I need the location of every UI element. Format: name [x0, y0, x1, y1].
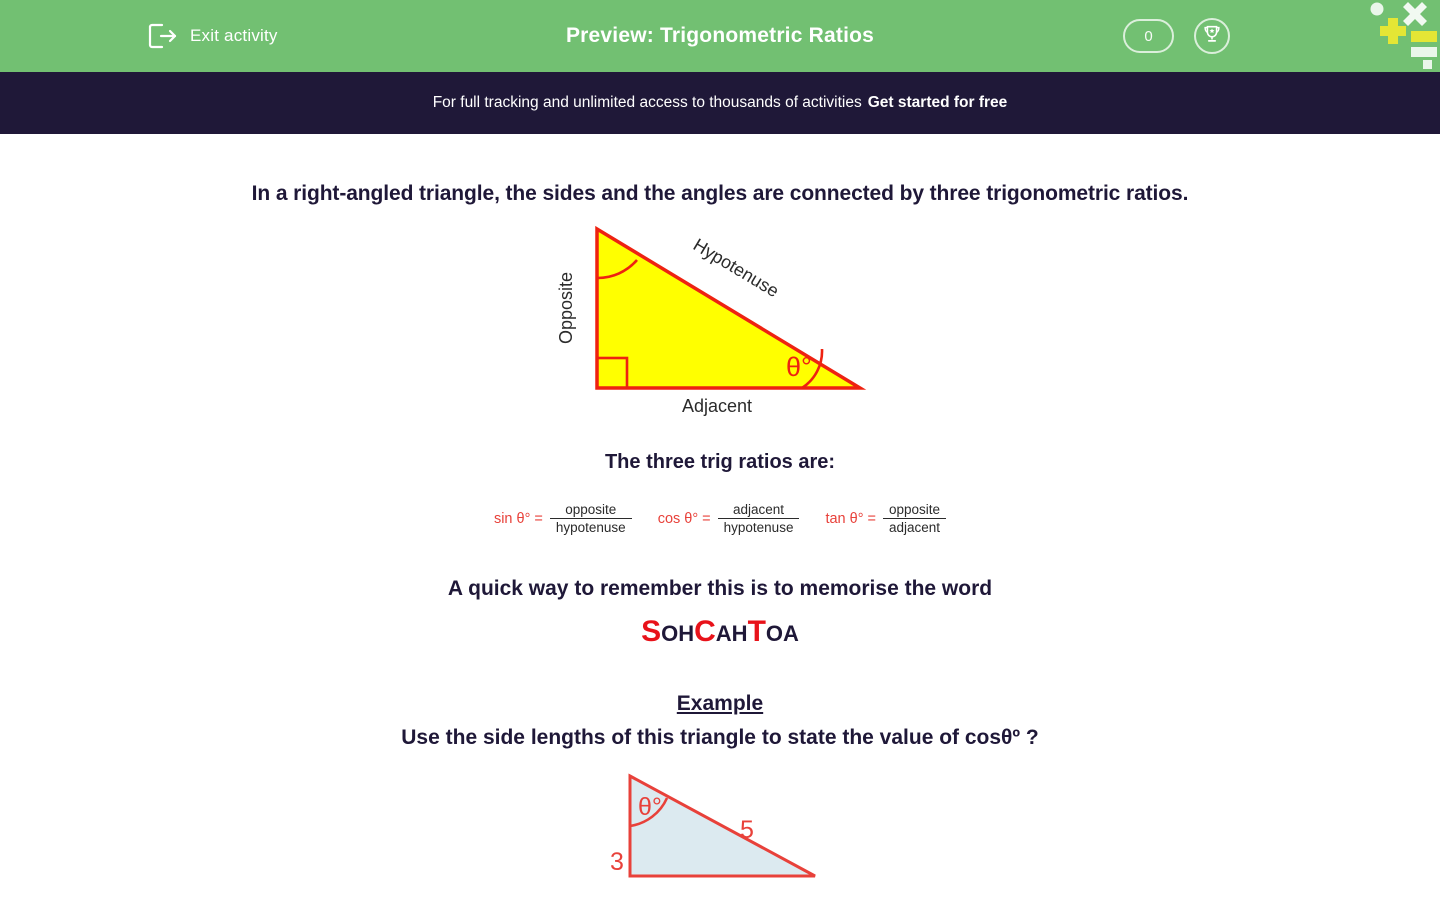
ratio-tan-numerator: opposite — [889, 502, 941, 517]
trophy-button[interactable] — [1194, 18, 1230, 54]
reference-triangle-diagram: Opposite Adjacent Hypotenuse θ° — [0, 218, 1440, 423]
ratio-tan-name: tan θ° = — [825, 510, 876, 527]
mnemonic-c: C — [694, 615, 716, 648]
example-triangle-shape — [628, 773, 816, 878]
example-heading: Example — [676, 692, 764, 715]
lesson-content: In a right-angled triangle, the sides an… — [0, 134, 1440, 900]
example-triangle-diagram: θ° 3 5 — [0, 768, 1440, 898]
label-theta: θ° — [786, 352, 812, 382]
example-question: Use the side lengths of this triangle to… — [401, 726, 1039, 749]
example-label-side-3: 3 — [610, 848, 624, 876]
ratio-sin-name: sin θ° = — [493, 510, 543, 527]
ratio-tan: tan θ° = opposite adjacent — [825, 502, 947, 535]
ratio-tan-fraction: opposite adjacent — [883, 502, 947, 535]
sohcahtoa-mnemonic: SOHCAHTOA — [0, 617, 1440, 647]
ratio-tan-denominator: adjacent — [883, 518, 947, 535]
coin-count-badge[interactable]: 0 — [1123, 19, 1174, 53]
ratio-sin-denominator: hypotenuse — [549, 518, 632, 535]
example-label-side-5: 5 — [740, 816, 754, 844]
header-actions: 0 — [1123, 18, 1230, 54]
label-opposite: Opposite — [556, 272, 576, 344]
app-header: Exit activity Preview: Trigonometric Rat… — [0, 0, 1440, 72]
ratio-cos-name: cos θ° = — [657, 510, 711, 527]
label-adjacent: Adjacent — [682, 396, 752, 416]
get-started-link[interactable]: Get started for free — [868, 94, 1008, 112]
trig-ratios-heading: The three trig ratios are: — [604, 451, 836, 473]
mnemonic-oh: OH — [661, 621, 695, 646]
mnemonic-ah: AH — [715, 621, 748, 646]
lead-statement: In a right-angled triangle, the sides an… — [251, 182, 1189, 205]
exit-activity-button[interactable]: Exit activity — [148, 23, 278, 49]
label-hypotenuse: Hypotenuse — [690, 235, 783, 302]
ratio-sin-fraction: opposite hypotenuse — [549, 502, 632, 535]
promo-banner: For full tracking and unlimited access t… — [0, 72, 1440, 134]
mnemonic-oa: OA — [765, 621, 799, 646]
mnemonic-t: T — [747, 615, 766, 648]
mnemonic-s: S — [641, 615, 662, 648]
decorative-shapes — [1370, 2, 1437, 69]
promo-text: For full tracking and unlimited access t… — [432, 94, 862, 111]
exit-arrow-icon — [148, 23, 178, 49]
exit-activity-label: Exit activity — [190, 26, 278, 45]
ratio-cos-fraction: adjacent hypotenuse — [717, 502, 800, 535]
memorise-instruction: A quick way to remember this is to memor… — [447, 577, 993, 600]
coin-count-value: 0 — [1144, 27, 1153, 45]
trophy-icon — [1201, 23, 1223, 50]
ratio-sin-numerator: opposite — [565, 502, 617, 517]
example-label-theta: θ° — [638, 793, 662, 821]
ratio-cos-numerator: adjacent — [733, 502, 785, 517]
trig-ratios-row: sin θ° = opposite hypotenuse cos θ° = ad… — [0, 502, 1440, 535]
ratio-cos-denominator: hypotenuse — [717, 518, 800, 535]
ratio-cos: cos θ° = adjacent hypotenuse — [658, 502, 800, 535]
ratio-sin: sin θ° = opposite hypotenuse — [494, 502, 632, 535]
